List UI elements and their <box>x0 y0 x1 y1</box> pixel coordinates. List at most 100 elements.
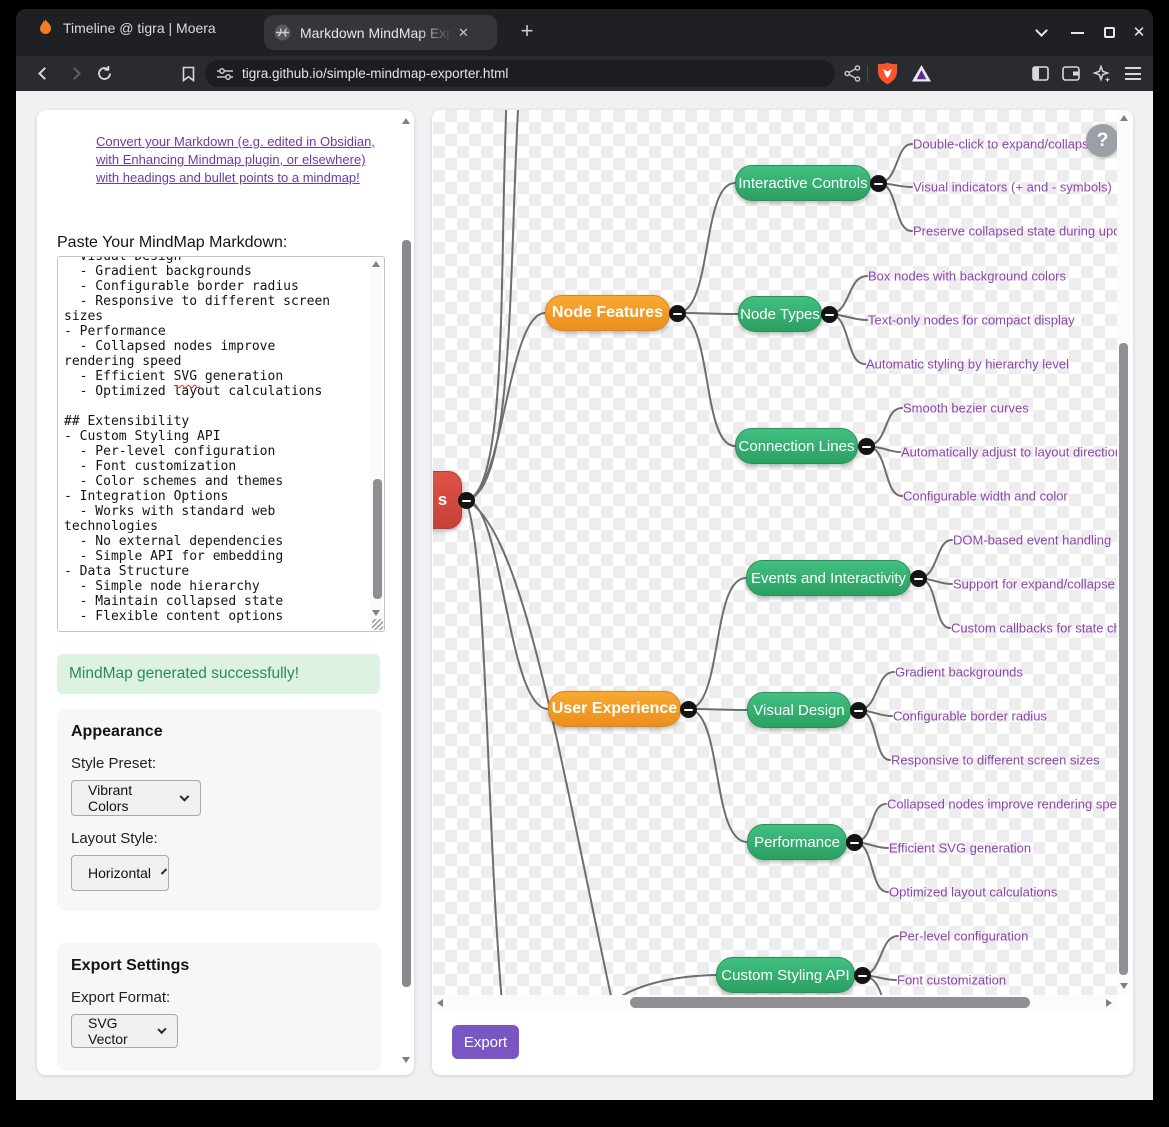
leaf-label: Support for expand/collapse all <box>953 577 1117 592</box>
address-bar[interactable]: tigra.github.io/simple-mindmap-exporter.… <box>205 60 835 87</box>
resize-grip[interactable] <box>372 619 383 630</box>
reload-icon <box>96 65 113 82</box>
minimize-button[interactable] <box>1062 9 1092 56</box>
appearance-panel: Appearance Style Preset: Vibrant Colors … <box>57 709 381 911</box>
tab-mindmap-exporter[interactable]: Markdown MindMap Exp ✕ <box>264 15 497 50</box>
leaf-label: Collapsed nodes improve rendering speed <box>887 797 1117 812</box>
collapse-indicator[interactable] <box>858 438 875 455</box>
collapse-indicator[interactable] <box>910 570 927 587</box>
leaf-label: Custom callbacks for state changes <box>951 621 1117 636</box>
collapse-indicator[interactable] <box>680 701 697 718</box>
mindmap-viewport[interactable]: s Node Features Interactive Controls Nod… <box>433 110 1117 995</box>
forward-button[interactable] <box>60 56 88 91</box>
layout-style-select[interactable]: Horizontal <box>71 855 169 891</box>
brave-shields-button[interactable] <box>874 56 900 91</box>
sparkle-icon <box>1093 65 1111 83</box>
sidebar-scrollbar-thumb[interactable] <box>402 240 411 987</box>
collapse-indicator[interactable] <box>458 492 475 509</box>
wallet-button[interactable] <box>1057 56 1085 91</box>
collapse-indicator[interactable] <box>854 967 871 984</box>
maximize-button[interactable] <box>1094 9 1124 56</box>
scroll-down-icon[interactable] <box>372 610 380 616</box>
bookmark-button[interactable] <box>174 56 202 91</box>
mindmap-hscrollbar-thumb[interactable] <box>630 997 1030 1008</box>
style-preset-value: Vibrant Colors <box>88 782 169 814</box>
scroll-right-icon[interactable] <box>1106 999 1112 1007</box>
export-button[interactable]: Export <box>452 1025 519 1059</box>
collapse-indicator[interactable] <box>846 834 863 851</box>
leaf-label: Preserve collapsed state during updates <box>913 224 1117 239</box>
mindmap-node-interactive-controls[interactable]: Interactive Controls <box>735 165 871 201</box>
intro-link[interactable]: Convert your Markdown (e.g. edited in Ob… <box>96 133 378 187</box>
sidebar-toggle-button[interactable] <box>1026 56 1054 91</box>
leaf-label: Automatic styling by hierarchy level <box>866 357 1069 372</box>
mindmap-vertical-scrollbar[interactable] <box>1117 110 1131 995</box>
scroll-up-icon[interactable] <box>1120 115 1128 121</box>
mindmap-vscrollbar-thumb[interactable] <box>1119 343 1128 975</box>
mindmap-node-events-and-interactivity[interactable]: Events and Interactivity <box>746 560 911 596</box>
leaf-label: DOM-based event handling <box>953 533 1111 548</box>
brave-shield-icon <box>877 62 898 85</box>
leaf-label: Configurable width and color <box>903 489 1068 504</box>
chevron-down-icon <box>161 868 167 874</box>
collapse-indicator[interactable] <box>669 305 686 322</box>
style-preset-label: Style Preset: <box>71 755 367 772</box>
export-row: Export <box>432 1010 1133 1075</box>
connection-lines-svg <box>433 110 1117 995</box>
scroll-up-icon[interactable] <box>372 261 380 267</box>
close-window-button[interactable]: ✕ <box>1124 9 1153 56</box>
toolbar-divider <box>865 56 869 91</box>
close-tab-icon[interactable]: ✕ <box>458 26 469 39</box>
leo-ai-button[interactable] <box>1088 56 1116 91</box>
new-tab-button[interactable]: + <box>513 18 541 46</box>
mindmap-node-node-features[interactable]: Node Features <box>545 295 670 331</box>
scroll-left-icon[interactable] <box>437 999 443 1007</box>
sidebar-scroll-up-icon[interactable] <box>402 118 410 124</box>
chevron-down-icon <box>180 792 190 802</box>
bookmark-icon <box>182 66 195 82</box>
maximize-icon <box>1104 27 1115 38</box>
mindmap-node-connection-lines[interactable]: Connection Lines <box>735 428 858 464</box>
export-format-select[interactable]: SVG Vector <box>71 1014 178 1048</box>
back-button[interactable] <box>30 56 58 91</box>
status-message: MindMap generated successfully! <box>57 654 380 694</box>
mindmap-node-performance[interactable]: Performance <box>747 824 847 860</box>
leaf-label: Configurable border radius <box>893 709 1047 724</box>
brave-rewards-icon <box>911 64 932 83</box>
screenshot: Timeline @ tigra | Moera Markdown MindMa… <box>0 0 1169 1127</box>
collapse-indicator[interactable] <box>850 702 867 719</box>
leaf-label: Responsive to different screen sizes <box>891 753 1100 768</box>
leaf-label: Per-level configuration <box>899 929 1028 944</box>
appearance-heading: Appearance <box>71 723 367 741</box>
sidebar-scroll-down-icon[interactable] <box>402 1057 410 1063</box>
share-button[interactable] <box>840 56 864 91</box>
mindmap-node-visual-design[interactable]: Visual Design <box>747 692 851 728</box>
mindmap-horizontal-scrollbar[interactable] <box>432 995 1117 1010</box>
leaf-label: Efficient SVG generation <box>889 841 1031 856</box>
layout-style-label: Layout Style: <box>71 830 367 847</box>
menu-button[interactable] <box>1119 56 1147 91</box>
collapse-indicator[interactable] <box>870 175 887 192</box>
tab-moera[interactable]: Timeline @ tigra | Moera <box>38 19 216 37</box>
collapse-indicator[interactable] <box>821 306 838 323</box>
brave-rewards-button[interactable]: 1 <box>906 56 936 91</box>
hamburger-icon <box>1125 67 1141 80</box>
markdown-text: - Visual Design - Gradient backgrounds -… <box>64 256 353 624</box>
moera-flame-icon <box>38 19 53 37</box>
style-preset-select[interactable]: Vibrant Colors <box>71 780 201 816</box>
minimize-icon <box>1071 32 1084 34</box>
forward-icon <box>68 67 81 80</box>
textarea-scrollbar-thumb[interactable] <box>373 479 382 599</box>
markdown-textarea[interactable]: - Visual Design - Gradient backgrounds -… <box>57 256 385 632</box>
mindmap-node-custom-styling-api[interactable]: Custom Styling API <box>716 957 855 993</box>
reload-button[interactable] <box>90 56 118 91</box>
page-content: Convert your Markdown (e.g. edited in Ob… <box>16 91 1153 1100</box>
mindmap-node-node-types[interactable]: Node Types <box>738 296 822 332</box>
globe-favicon-icon <box>274 24 291 41</box>
scroll-down-icon[interactable] <box>1120 983 1128 989</box>
browser-menu-chevron[interactable] <box>1026 9 1056 56</box>
mindmap-node-user-experience[interactable]: User Experience <box>548 691 681 727</box>
help-button[interactable]: ? <box>1086 124 1117 157</box>
leaf-label: Visual indicators (+ and - symbols) <box>913 180 1112 195</box>
browser-toolbar: tigra.github.io/simple-mindmap-exporter.… <box>16 56 1153 91</box>
